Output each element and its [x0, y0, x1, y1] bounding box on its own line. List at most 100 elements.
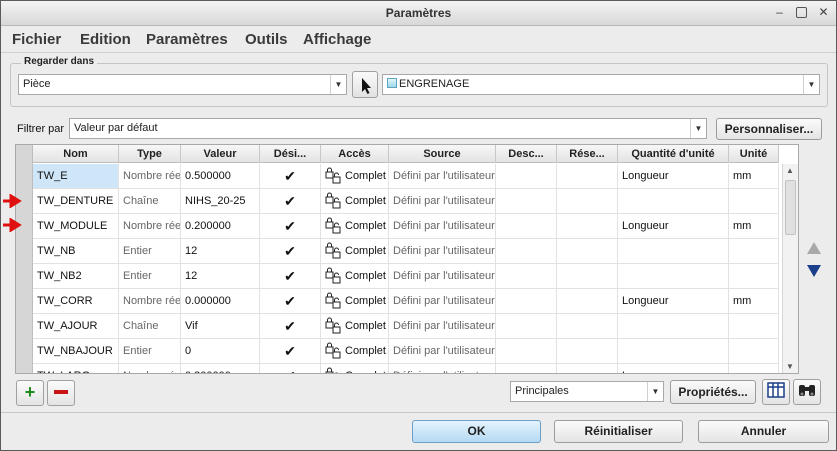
cell-unit-quantity[interactable]	[618, 314, 729, 339]
cell-unit[interactable]	[729, 339, 779, 364]
cell-access[interactable]: Complet	[321, 364, 389, 373]
cell-type[interactable]: Entier	[119, 239, 181, 264]
cell-description[interactable]	[496, 339, 557, 364]
cell-unit-quantity[interactable]	[618, 264, 729, 289]
cell-type[interactable]: Entier	[119, 339, 181, 364]
cell-designation[interactable]: ✔	[260, 264, 321, 289]
menu-edition[interactable]: Edition	[80, 31, 131, 48]
checkbox-checked-icon[interactable]: ✔	[284, 368, 296, 373]
table-row[interactable]: TW_E Nombre réel 0.500000 ✔ Complet Défini pa…	[33, 164, 779, 189]
table-row[interactable]: TW_NB2 Entier 12 ✔ Complet Défini par l'utili…	[33, 264, 779, 289]
cell-source[interactable]: Défini par l'utilisateur	[389, 364, 496, 373]
cell-description[interactable]	[496, 164, 557, 189]
cell-designation[interactable]: ✔	[260, 339, 321, 364]
customize-button[interactable]: Personnaliser...	[716, 118, 822, 140]
cell-name[interactable]: TW_NB	[33, 239, 119, 264]
cell-name[interactable]: TW_E	[33, 164, 119, 189]
col-header-type[interactable]: Type	[119, 145, 181, 163]
menu-affichage[interactable]: Affichage	[303, 31, 371, 48]
cell-value[interactable]: 0.200000	[181, 214, 260, 239]
col-header-unite[interactable]: Unité	[729, 145, 779, 163]
cell-name[interactable]: TW_CORR	[33, 289, 119, 314]
cell-value[interactable]: 0.300000	[181, 364, 260, 373]
minimize-icon[interactable]: –	[773, 6, 786, 19]
cell-reserved[interactable]	[557, 339, 618, 364]
scope-select[interactable]: Pièce ▼	[18, 74, 347, 95]
model-select[interactable]: ENGRENAGE ▼	[382, 74, 820, 95]
cell-access[interactable]: Complet	[321, 239, 389, 264]
table-row[interactable]: TW_NB Entier 12 ✔ Complet Défini par l'utilis…	[33, 239, 779, 264]
cell-reserved[interactable]	[557, 164, 618, 189]
cell-designation[interactable]: ✔	[260, 189, 321, 214]
cell-designation[interactable]: ✔	[260, 214, 321, 239]
title-bar[interactable]: Paramètres – ✕	[1, 1, 836, 26]
move-up-icon[interactable]	[806, 241, 822, 255]
cell-value[interactable]: 0.000000	[181, 289, 260, 314]
columns-button[interactable]	[762, 379, 790, 405]
col-header-valeur[interactable]: Valeur	[181, 145, 260, 163]
table-vertical-scrollbar[interactable]: ▲ ▼	[782, 164, 798, 373]
cell-unit-quantity[interactable]	[618, 239, 729, 264]
checkbox-checked-icon[interactable]: ✔	[284, 293, 296, 309]
cell-value[interactable]: 12	[181, 264, 260, 289]
cell-name[interactable]: TW_LARG	[33, 364, 119, 373]
cell-source[interactable]: Défini par l'utilisateur	[389, 314, 496, 339]
table-row[interactable]: TW_LARGNombre réel0.300000 ✔ CompletDéfini…	[33, 364, 779, 373]
checkbox-checked-icon[interactable]: ✔	[284, 243, 296, 259]
cell-unit[interactable]: mm	[729, 214, 779, 239]
select-model-button[interactable]	[352, 71, 378, 98]
col-header-reserve[interactable]: Rése...	[557, 145, 618, 163]
cell-source[interactable]: Défini par l'utilisateur	[389, 239, 496, 264]
delete-parameter-button[interactable]	[47, 380, 75, 406]
cell-source[interactable]: Défini par l'utilisateur	[389, 339, 496, 364]
cell-unit-quantity[interactable]: Longueur	[618, 364, 729, 373]
filter-select[interactable]: Valeur par défaut ▼	[69, 118, 707, 139]
cell-type[interactable]: Nombre réel	[119, 214, 181, 239]
cell-value[interactable]: 0	[181, 339, 260, 364]
scroll-up-icon[interactable]: ▲	[786, 166, 794, 175]
close-icon[interactable]: ✕	[817, 6, 830, 19]
reset-button[interactable]: Réinitialiser	[554, 420, 683, 443]
cell-name[interactable]: TW_AJOUR	[33, 314, 119, 339]
cell-source[interactable]: Défini par l'utilisateur	[389, 164, 496, 189]
cell-reserved[interactable]	[557, 264, 618, 289]
cell-designation[interactable]: ✔	[260, 314, 321, 339]
col-header-designation[interactable]: Dési...	[260, 145, 321, 163]
cell-source[interactable]: Défini par l'utilisateur	[389, 214, 496, 239]
cell-reserved[interactable]	[557, 364, 618, 373]
cell-reserved[interactable]	[557, 289, 618, 314]
scroll-thumb[interactable]	[785, 180, 796, 235]
cell-designation[interactable]: ✔	[260, 289, 321, 314]
cell-value[interactable]: Vif	[181, 314, 260, 339]
cell-name[interactable]: TW_NB2	[33, 264, 119, 289]
table-row[interactable]: TW_NBAJOUR Entier 0 ✔ Complet Défini par l'ut…	[33, 339, 779, 364]
cell-designation[interactable]: ✔	[260, 239, 321, 264]
cell-unit[interactable]	[729, 189, 779, 214]
properties-button[interactable]: Propriétés...	[670, 380, 756, 404]
cell-access[interactable]: Complet	[321, 189, 389, 214]
cell-access[interactable]: Complet	[321, 214, 389, 239]
cell-description[interactable]	[496, 264, 557, 289]
cell-value[interactable]: 0.500000	[181, 164, 260, 189]
cell-reserved[interactable]	[557, 314, 618, 339]
menu-outils[interactable]: Outils	[245, 31, 288, 48]
cell-name[interactable]: TW_MODULE	[33, 214, 119, 239]
cell-unit-quantity[interactable]	[618, 189, 729, 214]
cell-description[interactable]	[496, 314, 557, 339]
col-header-acces[interactable]: Accès	[321, 145, 389, 163]
ok-button[interactable]: OK	[412, 420, 541, 443]
table-row[interactable]: TW_DENTURE Chaîne NIHS_20-25 ✔ Complet Défini…	[33, 189, 779, 214]
checkbox-checked-icon[interactable]: ✔	[284, 193, 296, 209]
cell-type[interactable]: Nombre réel	[119, 164, 181, 189]
cell-name[interactable]: TW_DENTURE	[33, 189, 119, 214]
cell-description[interactable]	[496, 189, 557, 214]
menu-parametres[interactable]: Paramètres	[146, 31, 228, 48]
search-button[interactable]	[793, 379, 821, 405]
cell-designation[interactable]: ✔	[260, 164, 321, 189]
cell-unit[interactable]	[729, 314, 779, 339]
cell-reserved[interactable]	[557, 239, 618, 264]
cell-unit[interactable]: mm	[729, 289, 779, 314]
cell-access[interactable]: Complet	[321, 164, 389, 189]
cell-unit[interactable]	[729, 239, 779, 264]
cell-source[interactable]: Défini par l'utilisateur	[389, 264, 496, 289]
